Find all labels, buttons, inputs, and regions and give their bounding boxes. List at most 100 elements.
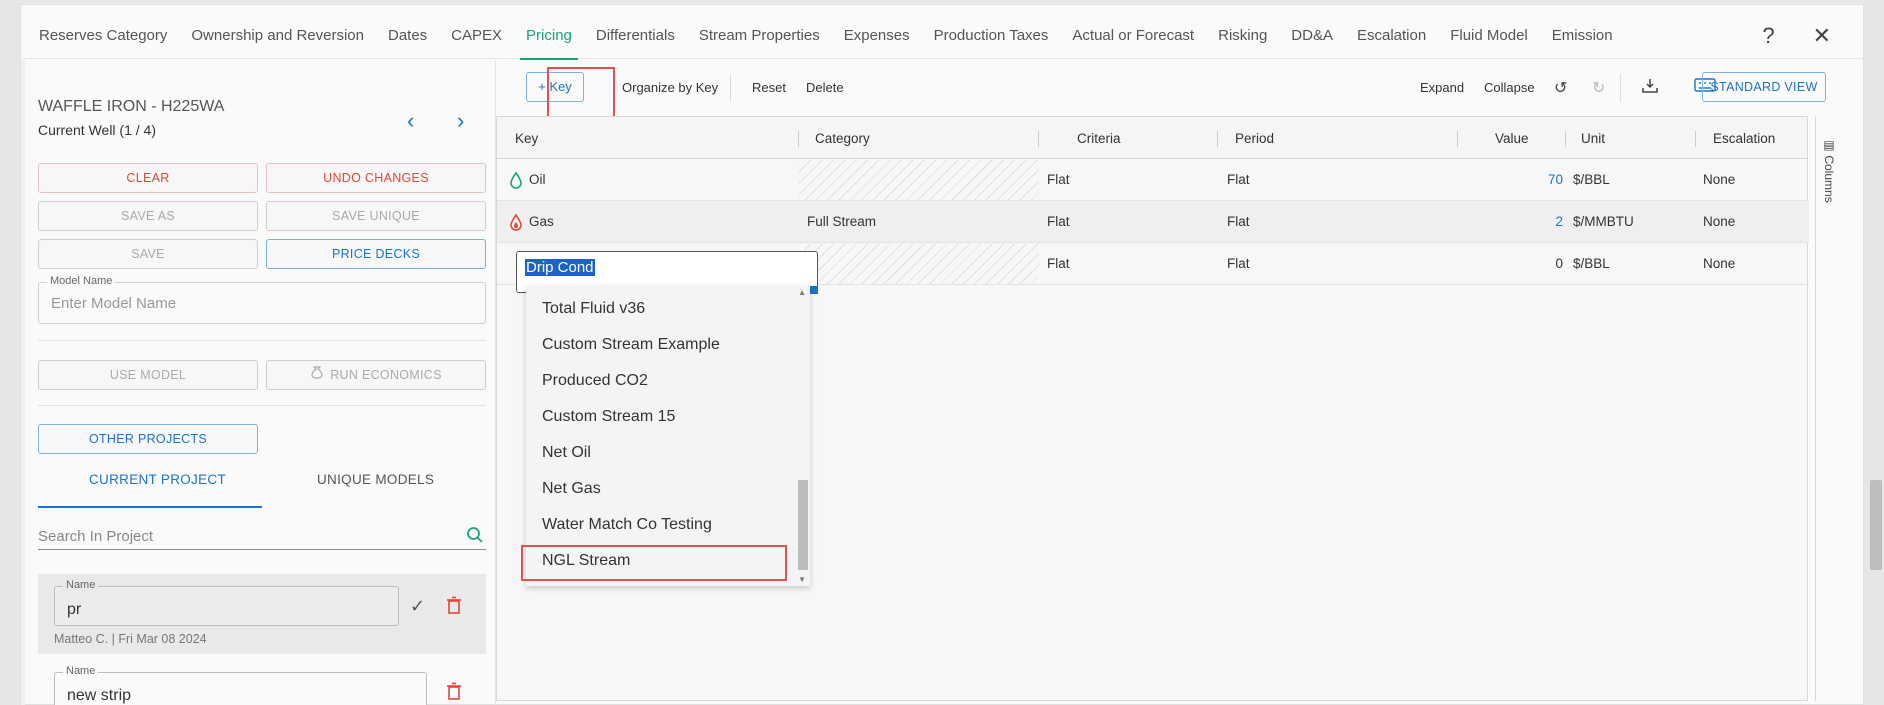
cell-escalation[interactable]: None: [1703, 256, 1735, 271]
tab-risking[interactable]: Risking: [1218, 5, 1267, 59]
cell-unit[interactable]: $/MMBTU: [1573, 214, 1634, 229]
grid-header: Key Category Criteria Period Value Unit …: [497, 117, 1807, 159]
search-icon[interactable]: [466, 526, 484, 544]
save-as-button[interactable]: SAVE AS: [38, 201, 258, 231]
model-field-label: Name: [63, 665, 99, 677]
trash-icon[interactable]: [446, 596, 462, 614]
close-icon[interactable]: ✕: [1813, 25, 1831, 47]
cell-value[interactable]: 2: [1503, 214, 1563, 229]
cell-key[interactable]: Oil: [529, 172, 546, 187]
tab-ownership-reversion[interactable]: Ownership and Reversion: [191, 5, 364, 59]
cell-value[interactable]: 0: [1503, 256, 1563, 271]
run-economics-button[interactable]: RUN ECONOMICS: [266, 360, 486, 390]
tab-actual-forecast[interactable]: Actual or Forecast: [1072, 5, 1194, 59]
column-header-unit[interactable]: Unit: [1581, 131, 1605, 146]
expand-button[interactable]: Expand: [1420, 80, 1464, 95]
tab-dates[interactable]: Dates: [388, 5, 427, 59]
import-icon[interactable]: [1642, 78, 1658, 99]
redo-icon[interactable]: ↻: [1592, 78, 1605, 98]
table-row[interactable]: Gas Full Stream Flat Flat 2 $/MMBTU None: [497, 201, 1809, 243]
trash-icon[interactable]: [446, 682, 462, 700]
price-decks-button[interactable]: PRICE DECKS: [266, 239, 486, 269]
tab-differentials[interactable]: Differentials: [596, 5, 675, 59]
model-name-edit-field[interactable]: Name pr: [54, 579, 399, 626]
money-bag-icon: [310, 361, 324, 389]
model-name-label: Model Name: [47, 275, 116, 287]
model-field-label: Name: [63, 579, 99, 591]
model-name-field[interactable]: Model Name Enter Model Name: [38, 275, 486, 324]
cell-escalation[interactable]: None: [1703, 214, 1735, 229]
tab-unique-models[interactable]: UNIQUE MODELS: [317, 472, 434, 487]
column-header-value[interactable]: Value: [1495, 131, 1529, 146]
tab-reserves-category[interactable]: Reserves Category: [39, 5, 167, 59]
save-button[interactable]: SAVE: [38, 239, 258, 269]
save-unique-button[interactable]: SAVE UNIQUE: [266, 201, 486, 231]
column-header-category[interactable]: Category: [815, 131, 870, 146]
cell-criteria[interactable]: Flat: [1047, 256, 1070, 271]
tab-stream-properties[interactable]: Stream Properties: [699, 5, 820, 59]
current-project-underline: [38, 506, 262, 508]
dropdown-option[interactable]: Net Oil: [542, 444, 591, 462]
columns-panel-toggle[interactable]: ▤ Columns: [1815, 116, 1843, 701]
dropdown-option[interactable]: Total Fluid v36: [542, 300, 645, 318]
tab-capex[interactable]: CAPEX: [451, 5, 502, 59]
model-name-value: pr: [67, 601, 82, 618]
cell-period[interactable]: Flat: [1227, 214, 1250, 229]
tab-pricing[interactable]: Pricing: [520, 5, 578, 60]
column-header-period[interactable]: Period: [1235, 131, 1274, 146]
reset-button[interactable]: Reset: [752, 80, 786, 95]
standard-view-button[interactable]: STANDARD VIEW: [1702, 72, 1826, 102]
cell-period[interactable]: Flat: [1227, 256, 1250, 271]
cell-unit[interactable]: $/BBL: [1573, 172, 1610, 187]
model-list-item[interactable]: Name new strip: [38, 664, 486, 705]
use-model-button[interactable]: USE MODEL: [38, 360, 258, 390]
other-projects-button[interactable]: OTHER PROJECTS: [38, 424, 258, 454]
cell-criteria[interactable]: Flat: [1047, 214, 1070, 229]
dropdown-scrollbar[interactable]: [798, 480, 808, 570]
dropdown-option[interactable]: Net Gas: [542, 480, 601, 498]
page-scrollbar[interactable]: [1870, 480, 1882, 570]
dropdown-option[interactable]: Custom Stream 15: [542, 408, 675, 426]
fill-handle[interactable]: [810, 286, 818, 294]
grid-toolbar: + Key Organize by Key Reset Delete Expan…: [496, 70, 1826, 108]
chevron-left-icon[interactable]: ‹: [407, 108, 414, 134]
model-list-item[interactable]: Name pr ✓ Matteo C. | Fri Mar 08 2024: [38, 574, 486, 654]
column-header-criteria[interactable]: Criteria: [1077, 131, 1121, 146]
dropdown-option[interactable]: Custom Stream Example: [542, 336, 720, 354]
tab-expenses[interactable]: Expenses: [844, 5, 910, 59]
check-icon[interactable]: ✓: [410, 596, 425, 617]
dropdown-option[interactable]: Water Match Co Testing: [542, 516, 712, 534]
chevron-right-icon[interactable]: ›: [457, 108, 464, 134]
cell-category[interactable]: Full Stream: [807, 214, 876, 229]
cell-criteria[interactable]: Flat: [1047, 172, 1070, 187]
undo-icon[interactable]: ↺: [1554, 78, 1567, 98]
organize-by-key-button[interactable]: Organize by Key: [622, 80, 718, 95]
clear-button[interactable]: CLEAR: [38, 163, 258, 193]
collapse-button[interactable]: Collapse: [1484, 80, 1535, 95]
project-search-input[interactable]: Search In Project: [38, 522, 486, 550]
dropdown-option[interactable]: Produced CO2: [542, 372, 648, 390]
column-header-escalation[interactable]: Escalation: [1713, 131, 1775, 146]
cell-key[interactable]: Gas: [529, 214, 554, 229]
undo-changes-button[interactable]: UNDO CHANGES: [266, 163, 486, 193]
scroll-up-icon[interactable]: ▲: [798, 288, 806, 297]
tab-dda[interactable]: DD&A: [1291, 5, 1333, 59]
model-name-edit-field[interactable]: Name new strip: [54, 665, 427, 705]
delete-button[interactable]: Delete: [806, 80, 844, 95]
table-row[interactable]: Oil Flat Flat 70 $/BBL None: [497, 159, 1809, 201]
model-name-placeholder: Enter Model Name: [51, 295, 177, 312]
tab-production-taxes[interactable]: Production Taxes: [934, 5, 1049, 59]
scroll-down-icon[interactable]: ▼: [798, 575, 806, 584]
tab-current-project[interactable]: CURRENT PROJECT: [89, 472, 226, 487]
column-header-key[interactable]: Key: [515, 131, 538, 146]
oil-drop-icon: [509, 171, 523, 189]
tab-escalation[interactable]: Escalation: [1357, 5, 1426, 59]
cell-value[interactable]: 70: [1503, 172, 1563, 187]
tab-emission[interactable]: Emission: [1552, 5, 1613, 59]
cell-period[interactable]: Flat: [1227, 172, 1250, 187]
sidebar-scrollbar[interactable]: [21, 60, 25, 705]
cell-escalation[interactable]: None: [1703, 172, 1735, 187]
tab-fluid-model[interactable]: Fluid Model: [1450, 5, 1528, 59]
cell-unit[interactable]: $/BBL: [1573, 256, 1610, 271]
help-icon[interactable]: ?: [1762, 25, 1774, 47]
